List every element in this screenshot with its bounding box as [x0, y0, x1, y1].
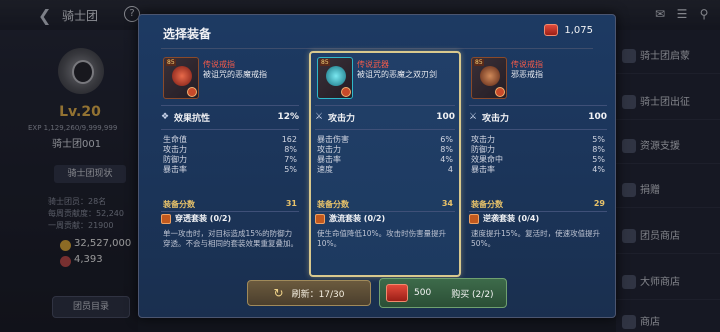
equipment-card[interactable]: 85 传说戒指 被诅咒的恶魔戒指 ❖ 效果抗性 12% 生命值 162 攻击力 8% …: [157, 53, 303, 277]
refresh-icon: ↻: [273, 286, 284, 300]
divider: [469, 211, 607, 212]
set-badge-icon: [495, 87, 505, 97]
sub-stat-row: 攻击力 8%: [163, 145, 297, 154]
buy-label: 购买 (2/2): [451, 289, 494, 300]
gear-score: 装备分数 31: [163, 199, 297, 209]
sub-stat-row: 暴击伤害 6%: [317, 135, 453, 144]
sub-stat-row: 效果命中 5%: [471, 155, 605, 164]
ticket-icon: [386, 284, 408, 302]
currency-display: 1,075: [544, 24, 593, 36]
equipment-card[interactable]: 85 传说戒指 邪恶戒指 ⚔ 攻击力 100 攻击力 5% 防御力 8% 效果命中 5%…: [465, 53, 611, 277]
item-icon-box: 85: [471, 57, 507, 99]
divider: [315, 105, 455, 106]
currency-amount: 1,075: [564, 24, 593, 36]
ring-icon: [480, 66, 500, 86]
attack-icon: ⚔: [469, 111, 478, 122]
sub-stat-row: 防御力 7%: [163, 155, 297, 164]
sub-stat-row: 暴击率 5%: [163, 165, 297, 174]
modal-title: 选择装备: [163, 27, 212, 41]
sub-stats: 暴击伤害 6% 攻击力 8% 暴击率 4% 速度 4: [317, 135, 453, 175]
item-level: 85: [320, 59, 330, 66]
ring-icon: [172, 66, 192, 86]
refresh-button[interactable]: ↻ 刷新：17/30: [247, 280, 371, 306]
item-rarity-type: 传说戒指: [203, 60, 235, 69]
gear-score: 装备分数 29: [471, 199, 605, 209]
equipment-card-selected[interactable]: 85 传说武器 被诅咒的恶魔之双刃剑 ⚔ 攻击力 100 暴击伤害 6% 攻击力 8%…: [309, 51, 461, 277]
item-rarity-type: 传说戒指: [511, 60, 543, 69]
equipment-select-modal: 选择装备 1,075 85 传说戒指 被诅咒的恶魔戒指 ❖ 效果抗性 12% 生命…: [138, 14, 616, 318]
set-badge-icon: [341, 87, 351, 97]
divider: [469, 129, 607, 130]
set-description: 单一攻击时，对目标造成15%的防御力穿透。不会与相同的套装效果重复叠加。: [163, 229, 298, 248]
divider: [161, 48, 593, 49]
divider: [161, 211, 299, 212]
ticket-icon: [544, 24, 559, 36]
sub-stat-row: 速度 4: [317, 165, 453, 174]
item-icon-box: 85: [163, 57, 199, 99]
set-badge-icon: [187, 87, 197, 97]
item-name: 被诅咒的恶魔戒指: [203, 70, 267, 79]
main-stat: ❖ 效果抗性 12%: [161, 111, 299, 124]
attack-icon: ⚔: [315, 111, 324, 122]
divider: [161, 129, 299, 130]
sub-stat-row: 防御力 8%: [471, 145, 605, 154]
set-icon: [161, 213, 171, 224]
set-icon: [469, 213, 479, 224]
sub-stats: 生命值 162 攻击力 8% 防御力 7% 暴击率 5%: [163, 135, 297, 175]
main-stat: ⚔ 攻击力 100: [315, 111, 455, 124]
sub-stat-row: 攻击力 5%: [471, 135, 605, 144]
item-level: 85: [166, 59, 176, 66]
item-name: 被诅咒的恶魔之双刃剑: [357, 70, 437, 79]
sub-stat-row: 暴击率 4%: [471, 165, 605, 174]
sub-stat-row: 生命值 162: [163, 135, 297, 144]
set-name: 穿透套装 (0/2): [161, 213, 231, 224]
sub-stat-row: 暴击率 4%: [317, 155, 453, 164]
divider: [161, 105, 299, 106]
sub-stat-row: 攻击力 8%: [317, 145, 453, 154]
set-name: 逆袭套装 (0/4): [469, 213, 539, 224]
item-rarity-type: 传说武器: [357, 60, 389, 69]
sub-stats: 攻击力 5% 防御力 8% 效果命中 5% 暴击率 4%: [471, 135, 605, 175]
item-name: 邪恶戒指: [511, 70, 543, 79]
set-description: 使生命值降低10%。攻击时伤害量提升10%。: [317, 229, 447, 248]
effect-resist-icon: ❖: [161, 111, 170, 122]
main-stat: ⚔ 攻击力 100: [469, 111, 607, 124]
sword-icon: [326, 66, 346, 86]
divider: [315, 211, 455, 212]
set-description: 速度提升15%。复活时，使速攻值提升50%。: [471, 229, 601, 248]
divider: [469, 105, 607, 106]
item-level: 85: [474, 59, 484, 66]
refresh-count: 刷新：17/30: [291, 289, 345, 300]
gear-score: 装备分数 34: [317, 199, 453, 209]
buy-button[interactable]: 500 购买 (2/2): [379, 278, 507, 308]
buy-price: 500: [414, 288, 432, 298]
set-icon: [315, 213, 325, 224]
item-icon-box: 85: [317, 57, 353, 99]
set-name: 激流套装 (0/2): [315, 213, 385, 224]
divider: [315, 129, 455, 130]
